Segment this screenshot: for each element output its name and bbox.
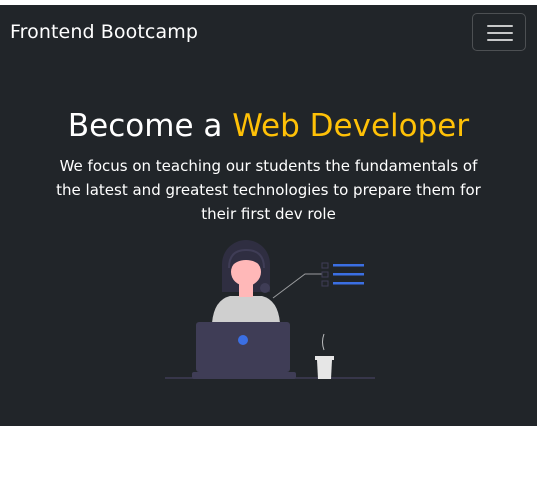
page-dark-section: Frontend Bootcamp Become a Web Developer… [0,5,537,426]
navbar-brand[interactable]: Frontend Bootcamp [10,19,198,45]
hero-lead-text: We focus on teaching our students the fu… [56,157,481,223]
navbar-toggler-button[interactable] [472,13,526,51]
hero-title-accent: Web Developer [232,108,470,144]
hero-title: Become a Web Developer [0,106,537,146]
navbar: Frontend Bootcamp [0,5,537,61]
hero-title-prefix: Become a [67,108,233,144]
developer-at-laptop-illustration [165,240,375,379]
